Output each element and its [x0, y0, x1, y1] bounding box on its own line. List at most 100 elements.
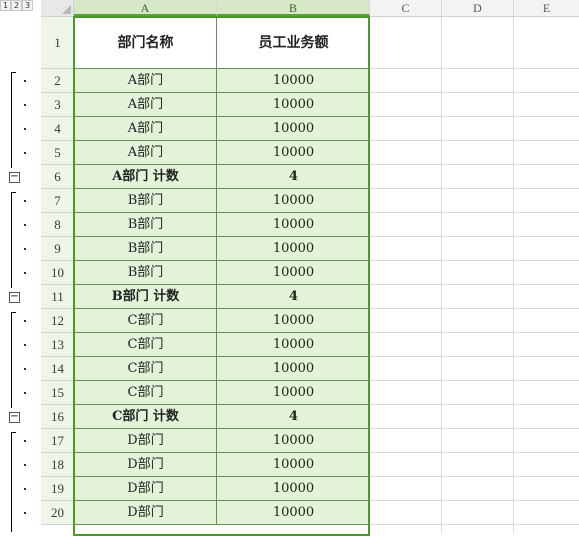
outline-detail-dot: [24, 248, 26, 250]
grid-line: [370, 284, 579, 285]
grid-line: [370, 476, 579, 477]
cell-amount[interactable]: 10000: [216, 309, 370, 333]
outline-level-3-button[interactable]: 3: [22, 0, 33, 11]
outline-level-2-button[interactable]: 2: [11, 0, 22, 11]
cell-amount[interactable]: 10000: [216, 117, 370, 141]
grid-line: [370, 92, 579, 93]
cell-dept[interactable]: A部门: [74, 117, 217, 141]
cell-dept[interactable]: B部门: [74, 261, 217, 285]
grid-line: [370, 116, 579, 117]
cell-amount-subtotal[interactable]: 4: [216, 405, 370, 429]
cell-amount[interactable]: 10000: [216, 381, 370, 405]
collapse-group-button[interactable]: −: [9, 292, 20, 303]
cell-amount[interactable]: 10000: [216, 93, 370, 117]
outline-detail-dot: [24, 392, 26, 394]
cell-amount[interactable]: 10000: [216, 213, 370, 237]
grid-line: [513, 17, 514, 532]
cell-dept[interactable]: C部门: [74, 357, 217, 381]
cell-amount[interactable]: 10000: [216, 141, 370, 165]
cell-amount[interactable]: 10000: [216, 429, 370, 453]
cell-dept-subtotal[interactable]: A部门 计数: [74, 165, 217, 189]
row-header-5[interactable]: 5: [41, 141, 74, 165]
cell-dept[interactable]: B部门: [74, 189, 217, 213]
column-header-e[interactable]: E: [514, 0, 579, 16]
row-header-9[interactable]: 9: [41, 237, 74, 261]
row-header-17[interactable]: 17: [41, 429, 74, 453]
cell-b1-header[interactable]: 员工业务额: [216, 17, 370, 69]
cell-dept[interactable]: B部门: [74, 213, 217, 237]
cell-amount[interactable]: 10000: [216, 333, 370, 357]
row-header-19[interactable]: 19: [41, 477, 74, 501]
row-header-13[interactable]: 13: [41, 333, 74, 357]
outline-group-bracket-cap: [11, 312, 16, 313]
select-all-corner[interactable]: [41, 0, 74, 16]
row-header-20[interactable]: 20: [41, 501, 74, 525]
cell-dept[interactable]: D部门: [74, 453, 217, 477]
select-all-triangle-icon: [62, 5, 71, 14]
cell-dept[interactable]: A部门: [74, 141, 217, 165]
cell-dept[interactable]: D部门: [74, 501, 217, 525]
grid-line: [370, 68, 579, 69]
column-header-b[interactable]: B: [217, 0, 370, 16]
row-header-11[interactable]: 11: [41, 285, 74, 309]
outline-detail-dot: [24, 488, 26, 490]
cell-amount[interactable]: 10000: [216, 69, 370, 93]
outline-group-bracket: [11, 72, 12, 168]
grid-line: [370, 452, 579, 453]
collapse-group-button[interactable]: −: [9, 172, 20, 183]
row-header-2[interactable]: 2: [41, 69, 74, 93]
cell-dept-subtotal[interactable]: B部门 计数: [74, 285, 217, 309]
outline-group-bracket: [11, 432, 12, 532]
outline-detail-dot: [24, 224, 26, 226]
outline-detail-dot: [24, 464, 26, 466]
row-header-16[interactable]: 16: [41, 405, 74, 429]
grid-line: [370, 404, 579, 405]
grid-line: [370, 164, 579, 165]
column-header-bar: A B C D E: [41, 0, 579, 17]
row-header-18[interactable]: 18: [41, 453, 74, 477]
cell-dept[interactable]: C部门: [74, 333, 217, 357]
row-header-10[interactable]: 10: [41, 261, 74, 285]
outline-level-1-button[interactable]: 1: [0, 0, 11, 11]
column-header-d[interactable]: D: [442, 0, 514, 16]
row-header-6[interactable]: 6: [41, 165, 74, 189]
outline-group-bracket-cap: [11, 432, 16, 433]
row-header-1[interactable]: 1: [41, 17, 74, 69]
row-header-15[interactable]: 15: [41, 381, 74, 405]
cell-amount[interactable]: 10000: [216, 453, 370, 477]
column-header-c[interactable]: C: [370, 0, 442, 16]
outline-detail-dot: [24, 128, 26, 130]
outline-group-bracket-cap: [11, 72, 16, 73]
cell-amount[interactable]: 10000: [216, 477, 370, 501]
row-header-12[interactable]: 12: [41, 309, 74, 333]
cell-dept[interactable]: D部门: [74, 429, 217, 453]
cell-dept[interactable]: A部门: [74, 69, 217, 93]
outline-detail-dot: [24, 200, 26, 202]
cell-dept[interactable]: C部门: [74, 381, 217, 405]
empty-grid-area[interactable]: [370, 17, 579, 532]
cell-dept[interactable]: B部门: [74, 237, 217, 261]
outline-detail-dot: [24, 344, 26, 346]
grid-line: [370, 236, 579, 237]
cell-amount-subtotal[interactable]: 4: [216, 285, 370, 309]
cell-a1-header[interactable]: 部门名称: [74, 17, 217, 69]
row-header-4[interactable]: 4: [41, 117, 74, 141]
cell-amount[interactable]: 10000: [216, 501, 370, 525]
cell-dept-subtotal[interactable]: C部门 计数: [74, 405, 217, 429]
row-header-3[interactable]: 3: [41, 93, 74, 117]
cell-dept[interactable]: D部门: [74, 477, 217, 501]
row-header-7[interactable]: 7: [41, 189, 74, 213]
column-header-a[interactable]: A: [74, 0, 217, 16]
cell-amount[interactable]: 10000: [216, 261, 370, 285]
cell-amount[interactable]: 10000: [216, 357, 370, 381]
outline-group-bracket: [11, 312, 12, 408]
row-header-14[interactable]: 14: [41, 357, 74, 381]
cell-amount[interactable]: 10000: [216, 189, 370, 213]
collapse-group-button[interactable]: −: [9, 412, 20, 423]
cell-dept[interactable]: C部门: [74, 309, 217, 333]
cell-dept[interactable]: A部门: [74, 93, 217, 117]
row-header-8[interactable]: 8: [41, 213, 74, 237]
grid-line: [370, 260, 579, 261]
cell-amount[interactable]: 10000: [216, 237, 370, 261]
cell-amount-subtotal[interactable]: 4: [216, 165, 370, 189]
